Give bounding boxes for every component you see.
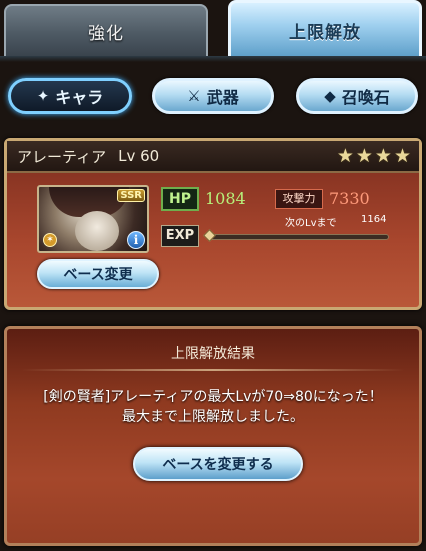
character-crest-icon: ✦ <box>36 87 50 105</box>
hp-value: 1084 <box>205 189 246 208</box>
tab-divider <box>0 56 426 62</box>
category-bar: ✦ キャラ ⚔ 武器 ◆ 召喚石 <box>0 70 426 128</box>
attack-label: 攻撃力 <box>275 189 323 209</box>
next-level-exp: 1164 <box>361 214 387 225</box>
star-icon: ★ <box>374 145 392 167</box>
limit-break-result-dialog: 上限解放結果 [剣の賢者]アレーティアの最大Lvが70⇒80になった！ 最大まで… <box>4 326 422 546</box>
change-base-button[interactable]: ベースを変更する <box>133 447 303 481</box>
stats-row: HP 1084 攻撃力 7330 <box>161 187 401 211</box>
base-change-button[interactable]: ベース変更 <box>37 259 159 289</box>
exp-label: EXP <box>161 225 199 247</box>
character-name: アレーティア <box>17 147 107 166</box>
category-character-button[interactable]: ✦ キャラ <box>8 78 132 114</box>
tab-bar: 強化 上限解放 <box>0 0 426 62</box>
category-summon-label: 召喚石 <box>341 88 390 107</box>
category-weapon-button[interactable]: ⚔ 武器 <box>152 78 274 114</box>
dialog-divider <box>21 369 405 371</box>
portrait-face <box>75 211 119 251</box>
ssr-badge: SSR <box>117 189 145 202</box>
info-icon[interactable]: i <box>127 231 145 249</box>
tab-enhance[interactable]: 強化 <box>4 4 208 56</box>
rarity-stars: ★ ★ ★ ★ <box>337 146 411 166</box>
character-level: Lv 60 <box>118 147 160 165</box>
star-icon: ★ <box>336 145 354 167</box>
star-icon: ★ <box>393 145 411 167</box>
character-portrait[interactable]: SSR ✶ i <box>37 185 149 253</box>
star-icon: ★ <box>355 145 373 167</box>
element-icon: ✶ <box>43 233 57 247</box>
character-panel: アレーティア Lv 60 ★ ★ ★ ★ SSR ✶ i ベース変更 HP 10… <box>4 138 422 310</box>
tab-limit-break[interactable]: 上限解放 <box>228 0 422 58</box>
attack-value: 7330 <box>329 189 370 208</box>
hp-label: HP <box>161 187 199 211</box>
dialog-message: [剣の賢者]アレーティアの最大Lvが70⇒80になった！ 最大まで上限解放しまし… <box>7 387 419 427</box>
dialog-message-line2: 最大まで上限解放しました。 <box>122 409 304 425</box>
summon-crystal-icon: ◆ <box>324 87 336 105</box>
exp-bar <box>209 234 389 240</box>
character-header: アレーティア Lv 60 ★ ★ ★ ★ <box>7 141 419 173</box>
next-level-label: 次のLvまで <box>285 218 337 229</box>
category-summon-button[interactable]: ◆ 召喚石 <box>296 78 418 114</box>
dialog-title: 上限解放結果 <box>171 346 255 362</box>
category-weapon-label: 武器 <box>206 88 239 107</box>
exp-row: EXP 次のLvまで 1164 <box>161 214 397 249</box>
dialog-message-line1: [剣の賢者]アレーティアの最大Lvが70⇒80になった！ <box>43 389 383 405</box>
category-character-label: キャラ <box>55 88 104 107</box>
crossed-swords-icon: ⚔ <box>187 87 201 105</box>
